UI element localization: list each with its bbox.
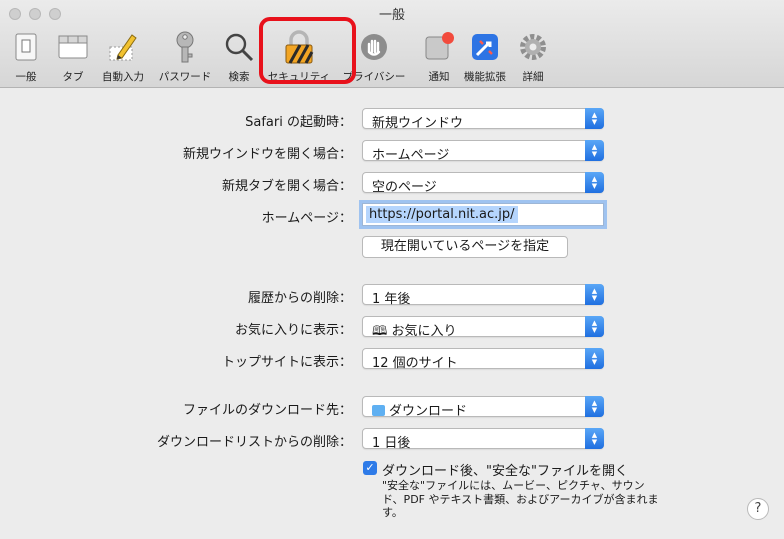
tab-search[interactable]: 検索 [222, 24, 256, 88]
favorites-popup[interactable]: 🕮 お気に入り ▲ ▼ [362, 316, 604, 339]
tab-advanced[interactable]: 詳細 [516, 24, 550, 88]
chevron-updown-icon: ▲ ▼ [585, 108, 604, 129]
new-window-label: 新規ウインドウを開く場合： [182, 147, 352, 162]
history-row: 履歴からの削除： 1 年後 ▲ ▼ [0, 284, 784, 307]
security-tab-highlight [259, 17, 356, 84]
favorites-label: お気に入りに表示： [234, 323, 352, 338]
tab-autofill[interactable]: 自動入力 [96, 24, 150, 88]
topsites-value: 12 個のサイト [372, 356, 458, 371]
startup-label: Safari の起動時： [245, 115, 352, 130]
open-safe-files-checkbox[interactable]: ✓ [363, 461, 377, 475]
download-list-row: ダウンロードリストからの削除： 1 日後 ▲ ▼ [0, 428, 784, 451]
chevron-updown-icon: ▲ ▼ [585, 140, 604, 161]
chevron-updown-icon: ▲ ▼ [585, 316, 604, 337]
new-window-value: ホームページ [372, 148, 450, 163]
history-popup[interactable]: 1 年後 ▲ ▼ [362, 284, 604, 307]
tab-general-label: 一般 [15, 71, 37, 83]
hand-icon [357, 30, 391, 64]
tab-passwords-label: パスワード [158, 71, 212, 83]
chevron-updown-icon: ▲ ▼ [585, 172, 604, 193]
chevron-updown-icon: ▲ ▼ [585, 284, 604, 305]
history-value: 1 年後 [372, 292, 411, 307]
homepage-value: https://portal.nit.ac.jp/ [366, 206, 518, 223]
puzzle-icon [468, 30, 502, 64]
key-icon [168, 30, 202, 64]
tab-notifications-label: 通知 [428, 71, 450, 83]
favorites-value: 🕮 お気に入り [372, 320, 456, 344]
tab-passwords[interactable]: パスワード [154, 24, 216, 88]
tab-extensions[interactable]: 機能拡張 [458, 24, 512, 88]
help-button[interactable]: ? [747, 498, 769, 520]
new-window-row: 新規ウインドウを開く場合： ホームページ ▲ ▼ [0, 140, 784, 163]
startup-row: Safari の起動時： 新規ウインドウ ▲ ▼ [0, 108, 784, 131]
tabs-icon [56, 30, 90, 64]
chevron-updown-icon: ▲ ▼ [585, 396, 604, 417]
window-title: 一般 [378, 8, 405, 23]
new-tab-label: 新規タブを開く場合： [221, 179, 352, 194]
pencil-icon [106, 30, 140, 64]
download-dest-label: ファイルのダウンロード先： [182, 403, 352, 418]
magnifier-icon [222, 30, 256, 64]
download-dest-value-text: ダウンロード [389, 404, 468, 419]
chevron-updown-icon: ▲ ▼ [585, 348, 604, 369]
new-tab-popup[interactable]: 空のページ ▲ ▼ [362, 172, 604, 195]
download-dest-value: ダウンロード [372, 400, 467, 419]
tab-general[interactable]: 一般 [8, 24, 44, 88]
general-settings-pane: Safari の起動時： 新規ウインドウ ▲ ▼ 新規ウインドウを開く場合： ホー… [0, 89, 784, 539]
startup-value: 新規ウインドウ [372, 116, 464, 131]
homepage-label: ホームページ： [261, 211, 352, 226]
startup-popup[interactable]: 新規ウインドウ ▲ ▼ [362, 108, 604, 131]
download-list-label: ダウンロードリストからの削除： [156, 435, 352, 450]
preferences-window: 一般 一般 タブ 自動入力 パスワード 検索 セキュリティ プライバシー 通知 … [0, 0, 784, 539]
tab-search-label: 検索 [228, 71, 250, 83]
topsites-row: トップサイトに表示： 12 個のサイト ▲ ▼ [0, 348, 784, 371]
download-folder-icon [372, 405, 385, 416]
topsites-popup[interactable]: 12 個のサイト ▲ ▼ [362, 348, 604, 371]
download-list-popup[interactable]: 1 日後 ▲ ▼ [362, 428, 604, 451]
download-list-value: 1 日後 [372, 436, 411, 451]
open-safe-files-label: ダウンロード後、"安全な"ファイルを開く [382, 464, 628, 479]
favorites-value-text: お気に入り [391, 324, 457, 339]
notification-icon [422, 30, 456, 64]
tab-notifications[interactable]: 通知 [422, 24, 456, 88]
download-dest-row: ファイルのダウンロード先： ダウンロード ▲ ▼ [0, 396, 784, 419]
homepage-field[interactable]: https://portal.nit.ac.jp/ [362, 203, 604, 226]
tab-tabs-label: タブ [62, 71, 84, 83]
set-current-page-button[interactable]: 現在開いているページを指定 [362, 236, 568, 258]
tab-advanced-label: 詳細 [522, 71, 544, 83]
book-icon: 🕮 [372, 324, 392, 339]
download-dest-popup[interactable]: ダウンロード ▲ ▼ [362, 396, 604, 419]
new-window-popup[interactable]: ホームページ ▲ ▼ [362, 140, 604, 163]
switch-icon [9, 30, 43, 64]
favorites-row: お気に入りに表示： 🕮 お気に入り ▲ ▼ [0, 316, 784, 339]
history-label: 履歴からの削除： [247, 291, 352, 306]
tab-tabs[interactable]: タブ [56, 24, 90, 88]
chevron-updown-icon: ▲ ▼ [585, 428, 604, 449]
tab-autofill-label: 自動入力 [102, 71, 144, 83]
new-tab-row: 新規タブを開く場合： 空のページ ▲ ▼ [0, 172, 784, 195]
gear-icon [516, 30, 550, 64]
safe-files-note: "安全な"ファイルには、ムービー、ピクチャ、サウンド、PDF やテキスト書類、お… [382, 479, 659, 519]
topsites-label: トップサイトに表示： [221, 355, 352, 370]
tab-extensions-label: 機能拡張 [464, 71, 506, 83]
new-tab-value: 空のページ [372, 180, 437, 195]
